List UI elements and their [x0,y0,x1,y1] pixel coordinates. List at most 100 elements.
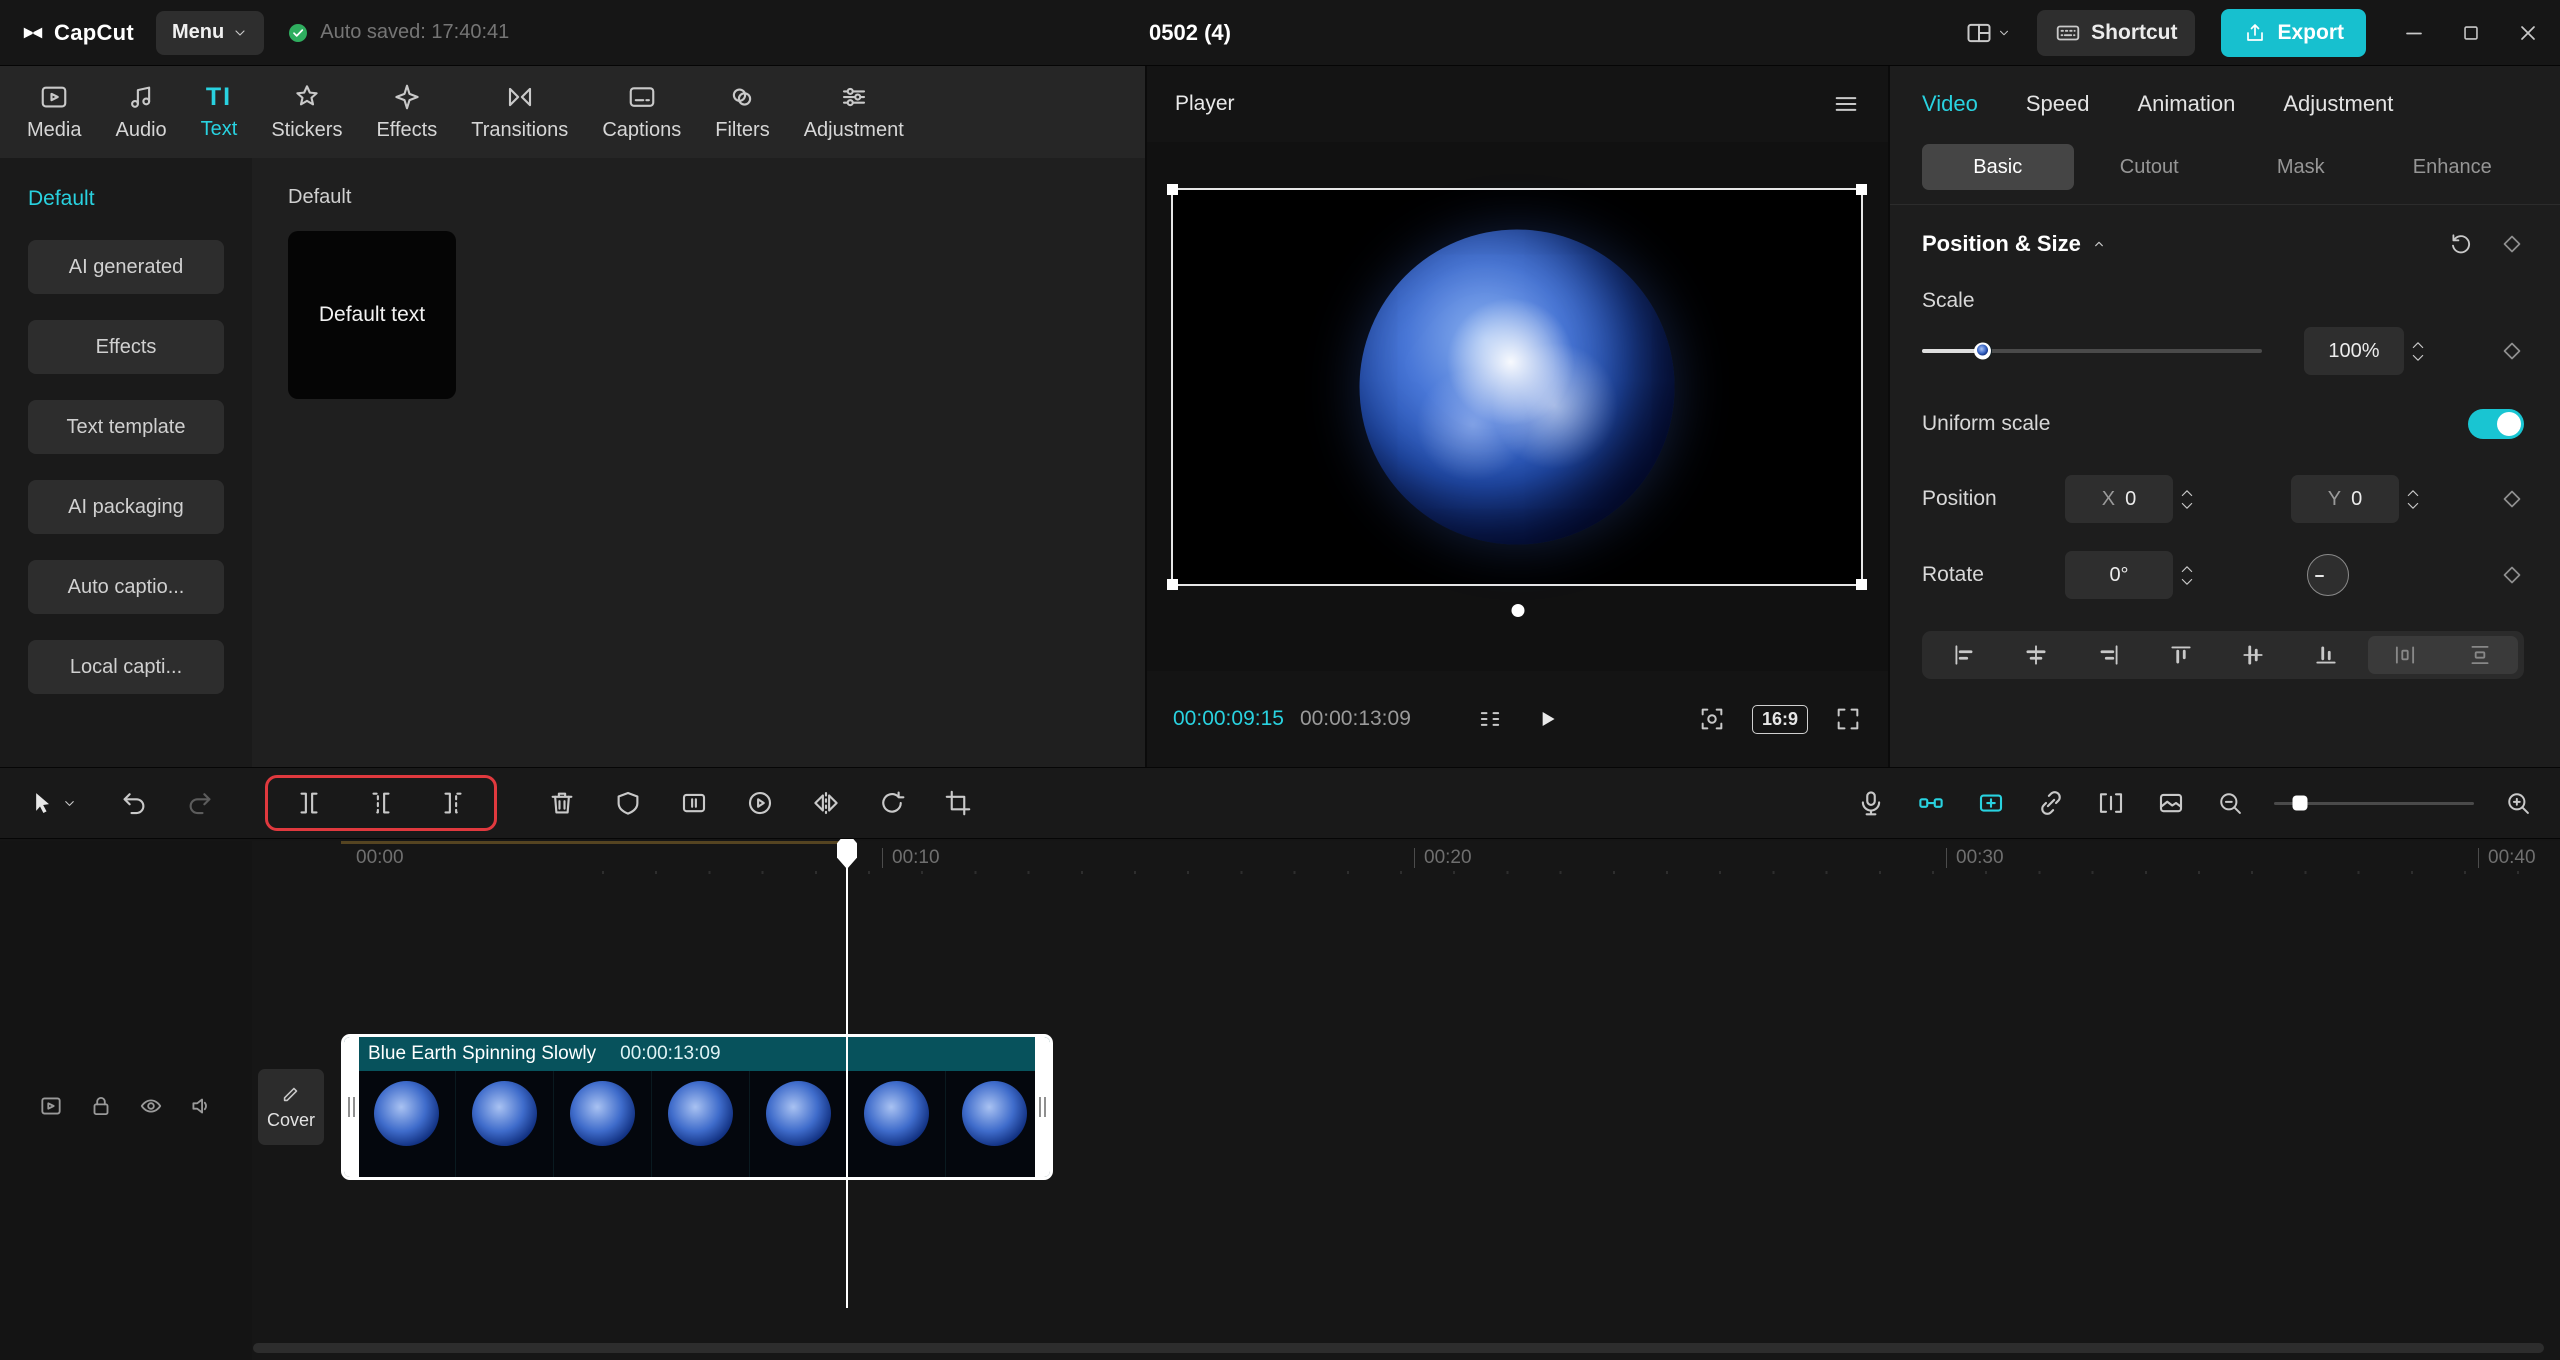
time-ruler[interactable]: 00:00 00:10 00:20 00:30 00:40 [252,841,2560,877]
scale-slider[interactable] [1922,342,2262,360]
close-icon[interactable] [2516,21,2540,45]
reset-icon[interactable] [2448,231,2474,257]
delete-icon[interactable] [547,788,577,818]
category-text-template[interactable]: Text template [28,400,224,454]
auto-snap-icon[interactable] [1976,788,2006,818]
tab-adjustment[interactable]: Adjustment [787,82,921,142]
mask-icon[interactable] [613,788,643,818]
tab-media[interactable]: Media [10,82,98,142]
track-display-icon[interactable] [2156,788,2186,818]
category-ai-generated[interactable]: AI generated [28,240,224,294]
rotate-icon[interactable] [877,788,907,818]
tab-transitions[interactable]: Transitions [454,82,585,142]
mute-track-icon[interactable] [188,1093,214,1119]
preview-axis-icon[interactable] [2096,788,2126,818]
horizontal-scrollbar[interactable] [253,1343,2544,1353]
link-clips-icon[interactable] [2036,788,2066,818]
playhead[interactable] [837,839,857,1308]
redo-icon[interactable] [185,788,215,818]
tab-animation[interactable]: Animation [2138,91,2236,117]
align-center-h-button[interactable] [2000,642,2072,668]
distribute-v-button[interactable] [2443,642,2518,668]
tab-video[interactable]: Video [1922,91,1978,117]
category-default[interactable]: Default [28,184,224,214]
default-text-card[interactable]: Default text [288,231,456,399]
position-y-field[interactable]: Y 0 [2291,475,2399,523]
rotate-stepper[interactable] [2179,564,2195,587]
zoom-in-icon[interactable] [2504,789,2532,817]
mirror-icon[interactable] [811,788,841,818]
subtab-enhance[interactable]: Enhance [2377,144,2529,190]
rotate-value-field[interactable]: 0° [2065,551,2173,599]
tab-speed[interactable]: Speed [2026,91,2090,117]
align-bottom-button[interactable] [2290,642,2362,668]
selection-handle[interactable] [1167,579,1178,590]
category-auto-captions[interactable]: Auto captio... [28,560,224,614]
position-y-stepper[interactable] [2405,488,2421,511]
uniform-scale-toggle[interactable] [2468,409,2524,439]
distribute-h-button[interactable] [2368,642,2443,668]
main-track-preview-icon[interactable] [38,1093,64,1119]
category-effects[interactable]: Effects [28,320,224,374]
maximize-icon[interactable] [2460,22,2482,44]
speed-icon[interactable] [745,788,775,818]
focus-preview-icon[interactable] [1698,705,1726,733]
tab-text[interactable]: TI Text [184,83,255,141]
scale-slider-thumb[interactable] [1974,342,1993,360]
zoom-out-icon[interactable] [2216,789,2244,817]
align-left-button[interactable] [1928,642,2000,668]
keyframe-diamond-icon[interactable] [2500,563,2524,587]
video-frame[interactable] [1167,184,1867,590]
tab-adjustment-props[interactable]: Adjustment [2283,91,2393,117]
keyframe-diamond-icon[interactable] [2500,339,2524,363]
minimize-icon[interactable] [2402,21,2426,45]
scale-value-box[interactable]: 100% [2304,327,2404,375]
cover-button[interactable]: Cover [258,1069,324,1145]
align-top-button[interactable] [2145,642,2217,668]
align-right-button[interactable] [2073,642,2145,668]
keyframe-diamond-icon[interactable] [2500,487,2524,511]
video-clip[interactable]: Blue Earth Spinning Slowly 00:00:13:09 [341,1034,1053,1180]
voiceover-mic-icon[interactable] [1856,788,1886,818]
aspect-ratio-button[interactable]: 16:9 [1751,704,1808,734]
zoom-slider-thumb[interactable] [2292,795,2308,811]
keyframe-diamond-icon[interactable] [2500,232,2524,256]
scale-stepper[interactable] [2410,340,2426,363]
tab-stickers[interactable]: Stickers [254,82,359,142]
selection-handle[interactable] [1856,184,1867,195]
player-menu-icon[interactable] [1832,90,1860,118]
play-icon[interactable] [1534,706,1560,732]
layout-switch-button[interactable] [1965,19,2011,47]
freeze-frame-icon[interactable] [679,788,709,818]
crop-icon[interactable] [943,788,973,818]
timeline-zoom-slider[interactable] [2274,795,2474,811]
subtab-cutout[interactable]: Cutout [2074,144,2226,190]
fullscreen-icon[interactable] [1834,705,1862,733]
rotate-handle[interactable] [1511,604,1524,617]
select-tool-button[interactable] [28,789,77,817]
frame-list-icon[interactable] [1476,705,1504,733]
tab-effects[interactable]: Effects [359,82,454,142]
rotate-dial[interactable] [2307,554,2349,596]
shortcut-button[interactable]: Shortcut [2037,9,2196,56]
magnetic-timeline-icon[interactable] [1916,788,1946,818]
subtab-basic[interactable]: Basic [1922,144,2074,190]
selection-handle[interactable] [1167,184,1178,195]
tab-audio[interactable]: Audio [98,82,183,142]
split-icon[interactable] [294,788,324,818]
category-local-captions[interactable]: Local capti... [28,640,224,694]
tab-filters[interactable]: Filters [698,82,786,142]
clip-trim-handle-left[interactable] [344,1037,359,1177]
undo-icon[interactable] [119,788,149,818]
category-ai-packaging[interactable]: AI packaging [28,480,224,534]
align-middle-v-button[interactable] [2217,642,2289,668]
position-x-stepper[interactable] [2179,488,2195,511]
lock-track-icon[interactable] [88,1093,114,1119]
hide-track-icon[interactable] [138,1093,164,1119]
timeline-area[interactable]: 00:00 00:10 00:20 00:30 00:40 Cover Blue… [0,839,2560,1360]
position-size-header[interactable]: Position & Size [1922,231,2107,257]
clip-trim-handle-right[interactable] [1035,1037,1050,1177]
export-button[interactable]: Export [2221,8,2366,57]
selection-handle[interactable] [1856,579,1867,590]
tab-captions[interactable]: Captions [585,82,698,142]
